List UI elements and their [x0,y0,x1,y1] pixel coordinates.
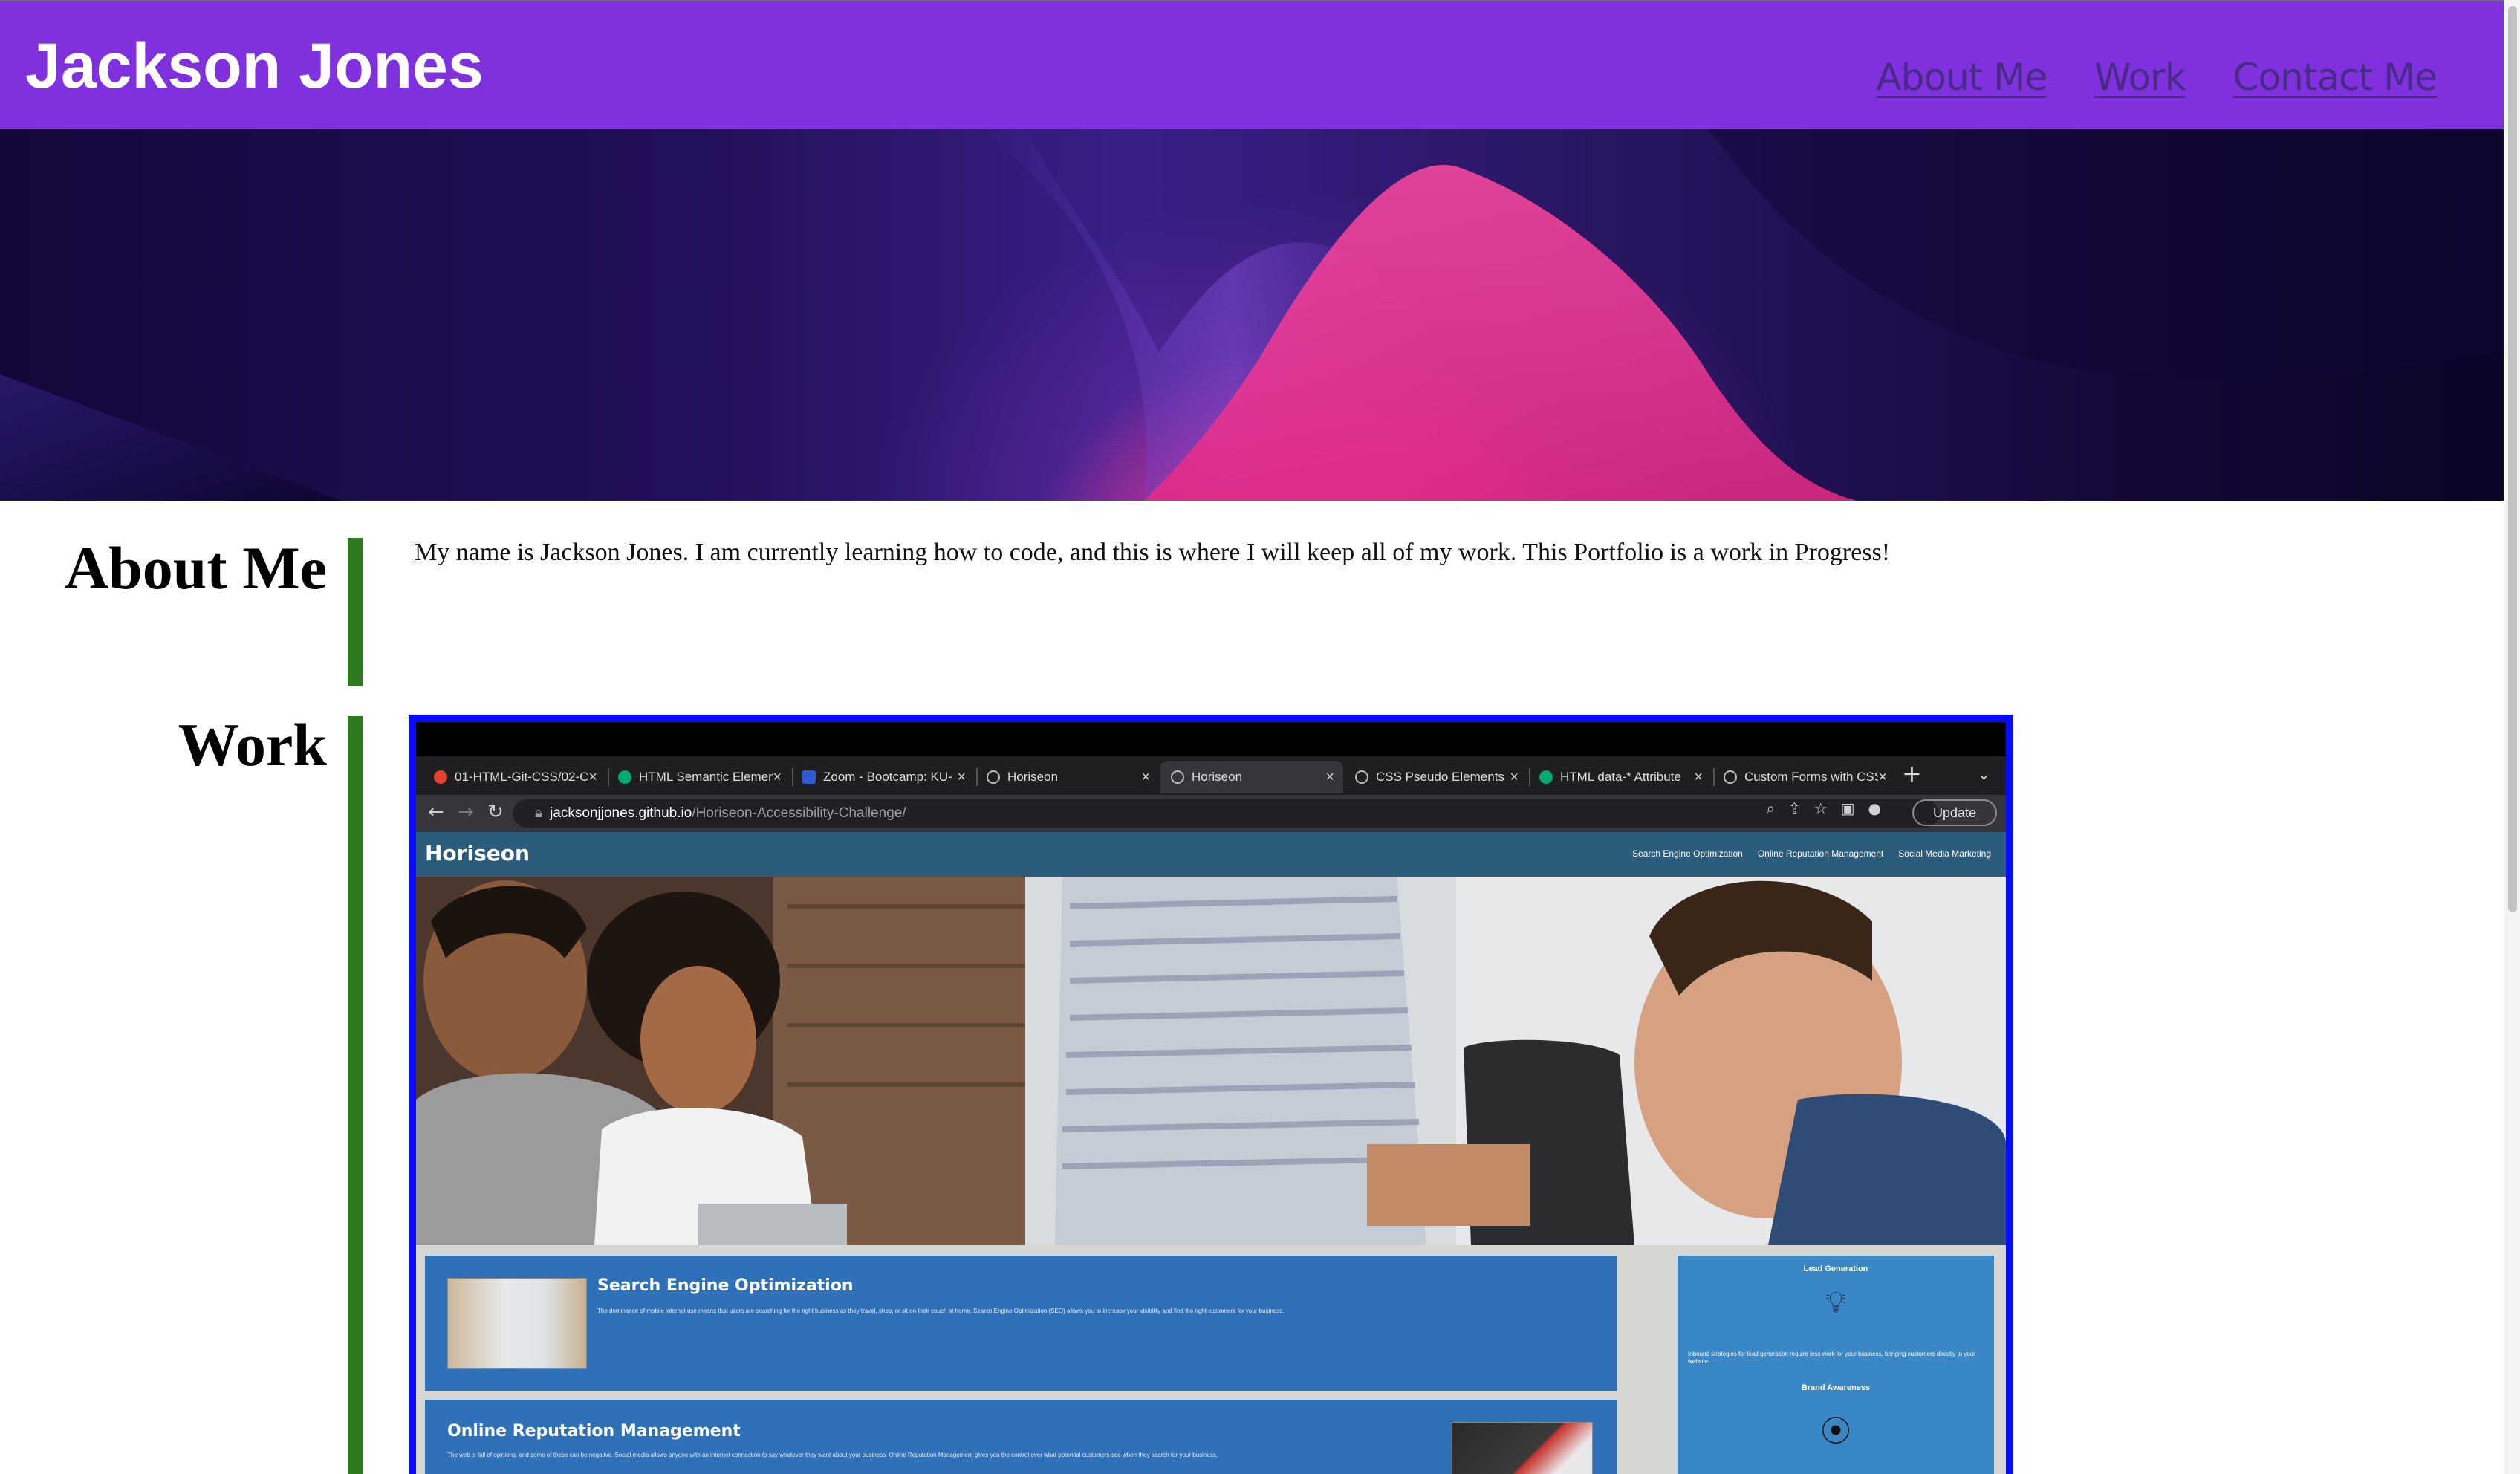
browser-tab: HTML data-* Attribute × [1529,761,1712,793]
service-card-seo: Search Engine Optimization The dominance… [425,1256,1617,1391]
update-button: Update [1912,799,1997,826]
team-meeting-photo [416,877,2006,1245]
site-header: Jackson Jones About Me Work Contact Me [0,0,2504,129]
screenshot-top-strip [416,722,2006,756]
browser-tab: Custom Forms with CSS × [1713,761,1896,793]
forward-arrow-icon: → [458,801,474,823]
service-card-reputation: Online Reputation Management The web is … [425,1400,1617,1474]
browser-tab: Zoom - Bootcamp: KU- × [792,761,975,793]
broadcast-icon: ⦿ [1821,1415,1851,1449]
globe-icon [1724,770,1737,784]
url-field: 🔒︎ jacksonjjones.github.io/Horiseon-Acces… [513,799,1939,828]
close-icon: × [957,768,966,785]
browser-tab: Horiseon × [976,761,1159,793]
browser-address-bar: ← → ↻ 🔒︎ jacksonjjones.github.io/Horiseon… [416,795,2006,832]
about-heading: About Me [64,534,327,602]
hero-banner [0,129,2504,501]
horiseon-nav-item: Search Engine Optimization [1632,848,1743,859]
nav-link-contact-me[interactable]: Contact Me [2233,48,2438,107]
work-section-bar [348,716,363,1474]
service-text: The web is full of opinions, and some of… [447,1452,1218,1458]
about-text: My name is Jackson Jones. I am currently… [415,539,1891,566]
service-title: Search Engine Optimization [597,1276,854,1295]
browser-tab: CSS Pseudo Elements × [1345,761,1527,793]
benefit-text: Inbound strategies for lead generation r… [1688,1351,1975,1365]
horiseon-hero-photo [416,877,2006,1245]
gitlab-icon [434,770,447,784]
close-icon: × [1510,768,1519,785]
lock-icon: 🔒︎ [535,805,543,821]
about-section-bar [348,538,363,686]
service-title: Online Reputation Management [447,1422,741,1441]
browser-tab: 01-HTML-Git-CSS/02-C × [423,761,606,793]
horiseon-logo: Horiseon [425,841,530,866]
horiseon-content: Search Engine Optimization The dominance… [416,1245,2006,1474]
reputation-thumbnail [1452,1422,1593,1474]
close-icon: × [1878,768,1887,785]
service-text: The dominance of mobile internet use mea… [597,1308,1285,1314]
back-arrow-icon: ← [428,801,444,823]
benefit-title: Brand Awareness [1801,1383,1871,1392]
toolbar-icons: ⌕⇪☆▣● [1766,799,1894,817]
lightbulb-icon: 💡︎ [1825,1285,1846,1319]
close-icon: × [1325,768,1334,785]
work-project-screenshot[interactable]: 01-HTML-Git-CSS/02-C × HTML Semantic Elem… [409,715,2013,1474]
browser-tab-active: Horiseon × [1160,761,1343,793]
globe-icon [1171,770,1184,784]
benefit-title: Lead Generation [1803,1264,1868,1273]
new-tab-icon: + [1902,759,1922,788]
chevron-down-icon: ⌄ [1978,765,1990,783]
reload-icon: ↻ [487,801,504,823]
close-icon: × [1141,768,1150,785]
w3schools-icon [1539,770,1553,784]
main-nav: About Me Work Contact Me [1876,48,2438,107]
ku-icon [802,770,816,784]
hero-abstract-art [0,129,2504,501]
close-icon: × [1694,768,1703,785]
page-scrollbar-thumb[interactable] [2508,6,2517,912]
benefits-sidebar: Lead Generation 💡︎ Inbound strategies fo… [1678,1256,1994,1474]
horiseon-nav: Search Engine Optimization Online Reputa… [1632,848,1991,859]
w3schools-icon [618,770,631,784]
globe-icon [1355,770,1368,784]
browser-tab: HTML Semantic Elemen × [608,761,790,793]
globe-icon [987,770,1000,784]
horiseon-header: Horiseon Search Engine Optimization Onli… [416,832,2006,877]
close-icon: × [588,768,597,785]
browser-tab-bar: 01-HTML-Git-CSS/02-C × HTML Semantic Elem… [416,756,2006,795]
nav-link-about-me[interactable]: About Me [1876,48,2048,107]
close-icon: × [773,768,782,785]
horiseon-nav-item: Social Media Marketing [1898,848,1991,859]
site-title: Jackson Jones [25,30,484,102]
nav-link-work[interactable]: Work [2094,48,2186,107]
seo-thumbnail [447,1278,587,1369]
horiseon-nav-item: Online Reputation Management [1757,848,1884,859]
work-heading: Work [178,711,327,779]
